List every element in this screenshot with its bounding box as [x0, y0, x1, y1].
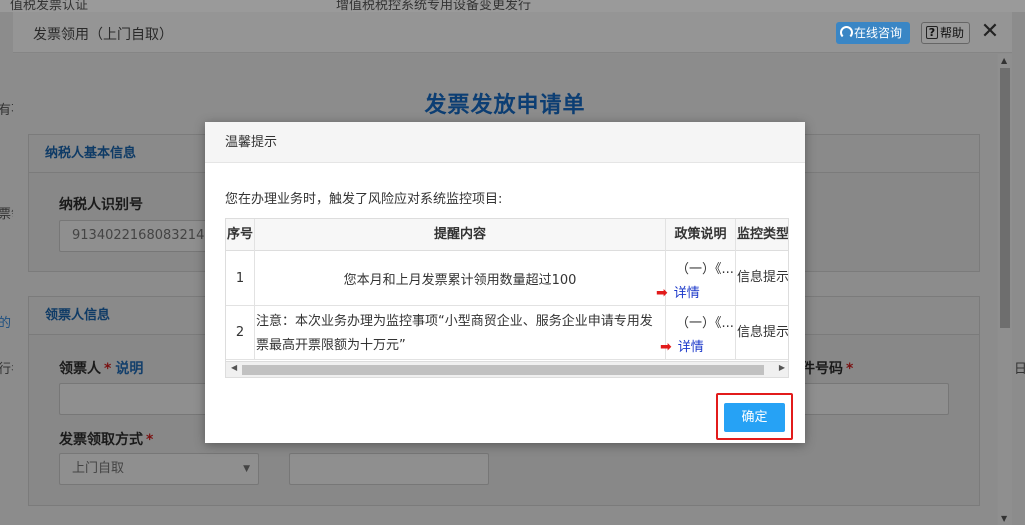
table-row: 1 您本月和上月发票累计领用数量超过100 （一）《... ➡ 详情 信息提示 [226, 251, 788, 306]
recipient-label-text: 领票人 [59, 361, 101, 377]
help-button[interactable]: ? 帮助 [921, 22, 970, 44]
background-menu-item: 增值税税控系统专用设备变更发行 [336, 0, 532, 12]
table-header: 序号 提醒内容 政策说明 监控类型 [226, 219, 788, 251]
background-menu-item: 值税发票认证 [10, 0, 89, 12]
explain-link[interactable]: 说明 [115, 361, 143, 377]
red-arrow-icon: ➡ [660, 339, 672, 355]
background-text: 的 [0, 316, 12, 331]
online-consult-label: 在线咨询 [854, 26, 903, 40]
help-label: 帮助 [940, 26, 965, 40]
id-number-label-text: 件号码 [801, 361, 843, 377]
headset-icon [840, 26, 853, 39]
detail-link[interactable]: 详情 [678, 340, 704, 355]
required-mark: * [104, 361, 112, 377]
scroll-left-icon[interactable]: ◀ [231, 363, 237, 372]
monitor-table: 序号 提醒内容 政策说明 监控类型 1 您本月和上月发票累计领用数量超过100 … [225, 218, 789, 378]
vertical-scrollbar[interactable]: ▲ ▼ [998, 54, 1012, 525]
column-header-policy: 政策说明 [666, 219, 736, 251]
recipient-field[interactable] [59, 383, 229, 415]
id-number-label: 件号码 * [801, 358, 853, 378]
online-consult-button[interactable]: 在线咨询 [836, 22, 910, 44]
detail-link-wrap: ➡ 详情 [656, 282, 700, 301]
table-row: 2 注意：本次业务办理为监控事项“小型商贸企业、服务企业申请专用发票最高开票限额… [226, 306, 788, 360]
row-policy: （一）《... ➡ 详情 [660, 306, 736, 359]
confirm-button[interactable]: 确定 [724, 403, 785, 432]
horizontal-scrollbar[interactable]: ◀ ▶ [226, 361, 788, 377]
column-header-index: 序号 [226, 219, 255, 251]
background-text: 日 [1014, 362, 1025, 377]
chevron-down-icon: ▼ [243, 464, 250, 474]
detail-link-wrap: ➡ 详情 [660, 336, 704, 355]
scroll-thumb[interactable] [1000, 68, 1010, 328]
taxpayer-id-label: 纳税人识别号 [59, 197, 143, 213]
form-title: 发票发放申请单 [424, 93, 586, 118]
pickup-method-label-text: 发票领取方式 [59, 432, 143, 448]
id-number-field[interactable] [789, 383, 949, 415]
row-policy: （一）《... ➡ 详情 [656, 251, 736, 305]
scroll-thumb[interactable] [242, 365, 764, 375]
secondary-field[interactable] [289, 453, 489, 485]
row-index: 1 [226, 251, 255, 305]
scroll-down-icon[interactable]: ▼ [1001, 514, 1007, 523]
question-icon: ? [926, 26, 938, 39]
row-index: 2 [226, 306, 255, 359]
policy-text: （一）《... [676, 262, 734, 277]
pickup-method-select[interactable]: 上门自取 ▼ [59, 453, 259, 485]
pickup-method-label: 发票领取方式 * [59, 429, 153, 449]
taxpayer-id-field[interactable]: 91340221680832141 [59, 220, 229, 252]
row-type: 信息提示 [736, 251, 788, 305]
scroll-up-icon[interactable]: ▲ [1001, 56, 1007, 65]
policy-text: （一）《... [676, 316, 734, 331]
dialog-header: 发票领用（上门自取） 在线咨询 ? 帮助 ✕ [13, 12, 1012, 53]
modal-message: 您在办理业务时，触发了风险应对系统监控项目: [225, 192, 503, 207]
row-content: 您本月和上月发票累计领用数量超过100 [255, 251, 666, 305]
scroll-right-icon[interactable]: ▶ [779, 363, 785, 372]
detail-link[interactable]: 详情 [674, 286, 700, 301]
pickup-method-value: 上门自取 [72, 461, 125, 476]
row-type: 信息提示 [736, 306, 788, 359]
background-top-strip: 值税发票认证 增值税税控系统专用设备变更发行 [0, 0, 1025, 12]
column-header-type: 监控类型 [736, 219, 788, 251]
modal-title: 温馨提示 [205, 122, 805, 163]
red-arrow-icon: ➡ [656, 285, 668, 301]
column-header-content: 提醒内容 [255, 219, 666, 251]
recipient-label: 领票人 * 说明 [59, 358, 143, 378]
required-mark: * [846, 361, 854, 377]
warm-tips-modal: 温馨提示 您在办理业务时，触发了风险应对系统监控项目: 序号 提醒内容 政策说明… [205, 122, 805, 443]
row-content: 注意：本次业务办理为监控事项“小型商贸企业、服务企业申请专用发票最高开票限额为十… [255, 306, 666, 359]
required-mark: * [146, 432, 154, 448]
close-icon[interactable]: ✕ [979, 19, 1001, 45]
dialog-title: 发票领用（上门自取） [33, 27, 173, 43]
